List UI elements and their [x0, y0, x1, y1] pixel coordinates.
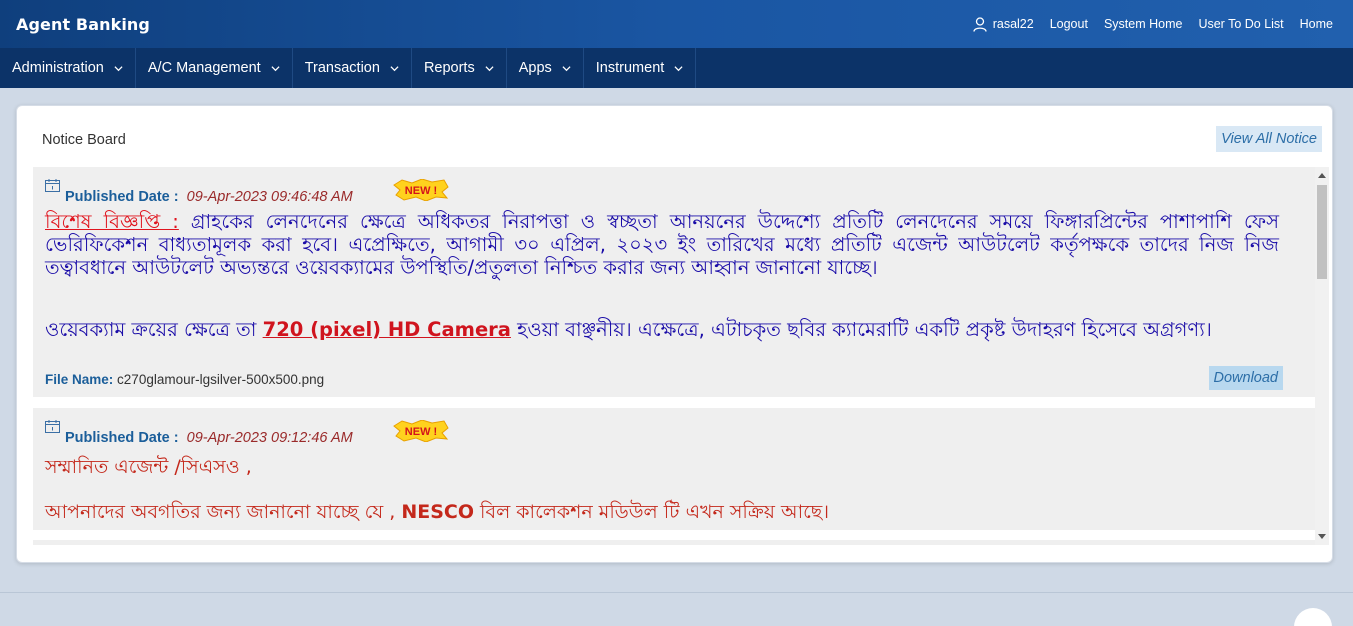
- notice-text: ওয়েবক্যাম ক্রয়ের ক্ষেত্রে তা: [45, 318, 263, 341]
- notice-body-2: ওয়েবক্যাম ক্রয়ের ক্ষেত্রে তা 720 (pixe…: [45, 318, 1279, 341]
- nesco-highlight: NESCO: [401, 501, 475, 523]
- home-link[interactable]: Home: [1300, 17, 1333, 31]
- user-icon: [973, 16, 987, 32]
- chevron-down-icon: [674, 65, 683, 71]
- attachment: File Name: c270glamour-lgsilver-500x500.…: [45, 372, 324, 387]
- file-name-label: File Name:: [45, 372, 114, 387]
- notice-item: Published Date : 09-Apr-2023 09:46:48 AM…: [33, 167, 1315, 400]
- view-all-notice-button[interactable]: View All Notice: [1216, 126, 1322, 152]
- menu-label: A/C Management: [147, 60, 261, 76]
- notice-greeting: সম্মানিত এজেন্ট /সিএসও ,: [45, 456, 252, 478]
- chevron-down-icon: [271, 65, 280, 71]
- calendar-icon: [45, 420, 60, 433]
- menu-label: Apps: [518, 60, 552, 76]
- notice-scrollbar[interactable]: [1315, 167, 1329, 545]
- notice-text: গ্রাহকের লেনদেনের ক্ষেত্রে অধিকতর নিরাপত…: [45, 210, 1279, 279]
- menu-apps[interactable]: Apps: [507, 48, 584, 88]
- svg-text:NEW !: NEW !: [405, 185, 437, 197]
- menu-label: Instrument: [595, 60, 665, 76]
- menu-administration[interactable]: Administration: [0, 48, 136, 88]
- chevron-down-icon: [562, 65, 571, 71]
- notice-text: আপনাদের অবগতির জন্য জানানো যাচ্ছে যে , N…: [45, 498, 829, 530]
- file-name: c270glamour-lgsilver-500x500.png: [117, 372, 325, 387]
- notice-board-panel: Notice Board View All Notice Published D…: [16, 105, 1333, 563]
- top-header: Agent Banking rasal22 Logout System Home…: [0, 0, 1353, 48]
- chevron-down-icon: [114, 65, 123, 71]
- chevron-down-icon: [485, 65, 494, 71]
- published-label: Published Date :: [65, 430, 179, 446]
- camera-highlight: 720 (pixel) HD Camera: [262, 318, 511, 341]
- menu-label: Transaction: [304, 60, 380, 76]
- new-badge-icon: NEW !: [393, 179, 449, 201]
- download-button[interactable]: Download: [1208, 366, 1283, 390]
- menu-transaction[interactable]: Transaction: [293, 48, 412, 88]
- menu-ac-management[interactable]: A/C Management: [136, 48, 293, 88]
- notice-item: Published Date : 09-Apr-2023 09:12:46 AM…: [33, 408, 1315, 533]
- username: rasal22: [992, 17, 1034, 31]
- menu-label: Reports: [423, 60, 475, 76]
- logout-link[interactable]: Logout: [1050, 17, 1088, 31]
- published-date: Published Date : 09-Apr-2023 09:46:48 AM: [65, 189, 353, 205]
- calendar-icon: [45, 179, 60, 192]
- published-date-value: 09-Apr-2023 09:12:46 AM: [186, 430, 353, 446]
- notice-body: বিশেষ বিজ্ঞপ্তি : গ্রাহকের লেনদেনের ক্ষে…: [45, 210, 1279, 279]
- published-date: Published Date : 09-Apr-2023 09:12:46 AM: [65, 430, 353, 446]
- new-badge-icon: NEW !: [393, 420, 449, 442]
- user-menu[interactable]: rasal22: [973, 16, 1034, 32]
- svg-text:NEW !: NEW !: [405, 426, 437, 438]
- published-label: Published Date :: [65, 189, 179, 205]
- app-title: Agent Banking: [16, 14, 150, 34]
- scroll-up-arrow-icon[interactable]: [1318, 173, 1326, 178]
- published-date-value: 09-Apr-2023 09:46:48 AM: [186, 189, 353, 205]
- notice-text-part: আপনাদের অবগতির জন্য জানানো যাচ্ছে যে ,: [45, 501, 402, 523]
- system-home-link[interactable]: System Home: [1104, 17, 1183, 31]
- scroll-down-arrow-icon[interactable]: [1318, 534, 1326, 539]
- main-menu: Administration A/C Management Transactio…: [0, 48, 1353, 88]
- notice-list[interactable]: Published Date : 09-Apr-2023 09:46:48 AM…: [33, 167, 1315, 545]
- header-links: rasal22 Logout System Home User To Do Li…: [973, 0, 1333, 48]
- scroll-thumb[interactable]: [1317, 185, 1327, 279]
- notice-text-part: বিল কালেকশন মডিউল টি এখন সক্রিয় আছে।: [474, 501, 830, 523]
- footer-bar: [0, 592, 1353, 626]
- menu-reports[interactable]: Reports: [412, 48, 507, 88]
- chevron-down-icon: [390, 65, 399, 71]
- user-todo-list-link[interactable]: User To Do List: [1198, 17, 1283, 31]
- menu-label: Administration: [12, 60, 104, 76]
- notice-text: হওয়া বাঞ্ছনীয়। এক্ষেত্রে, এটাচকৃত ছবির…: [510, 318, 1212, 341]
- notice-item: [33, 540, 1315, 545]
- notice-heading: বিশেষ বিজ্ঞপ্তি :: [45, 210, 179, 233]
- panel-title: Notice Board: [42, 132, 126, 148]
- menu-instrument[interactable]: Instrument: [584, 48, 697, 88]
